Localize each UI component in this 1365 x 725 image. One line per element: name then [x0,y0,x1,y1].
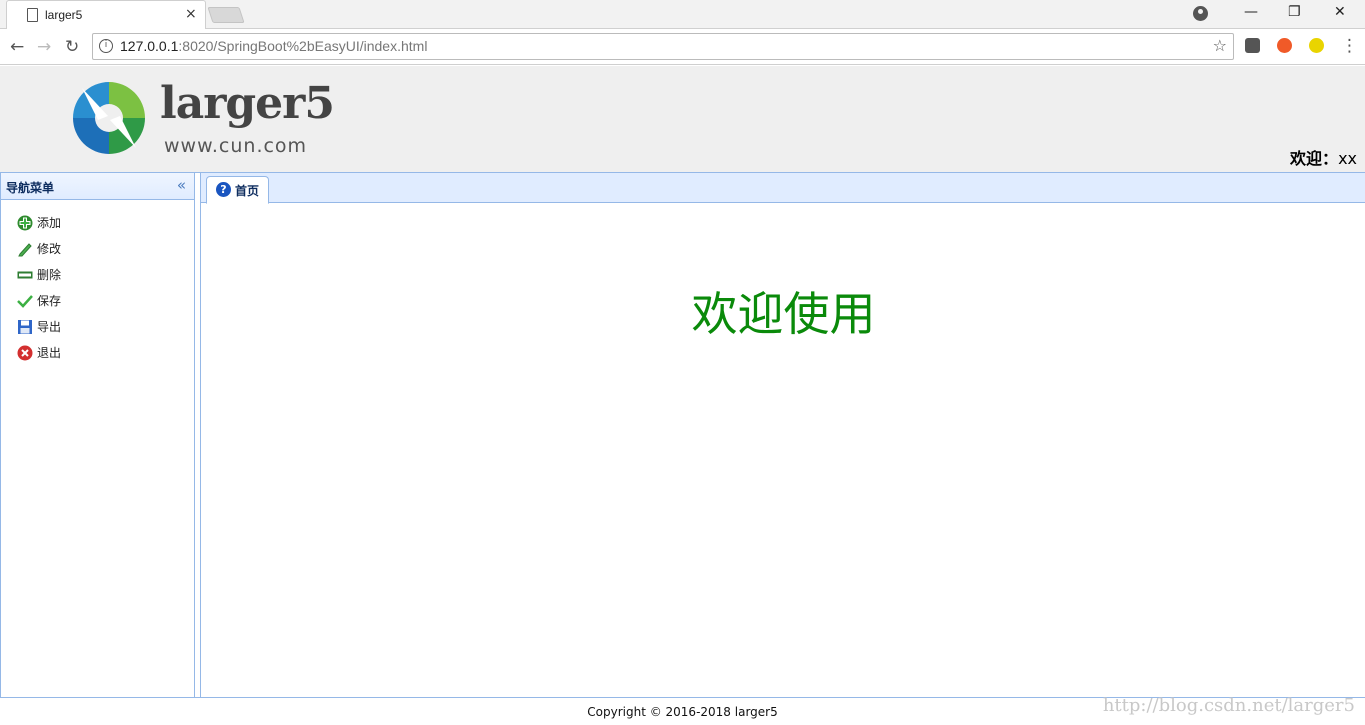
extension-green-icon[interactable] [1309,38,1324,53]
welcome-text: 欢迎：xx [1290,145,1357,169]
back-button[interactable]: ← [10,37,24,57]
sidebar-item-label: 修改 [37,242,62,256]
browser-tab[interactable]: larger5 × [6,0,206,29]
address-bar[interactable]: i 127.0.0.1:8020/SpringBoot%2bEasyUI/ind… [92,33,1234,60]
help-icon: ? [216,182,231,197]
reload-button[interactable]: ↻ [65,37,79,57]
collapse-icon[interactable]: « [177,176,186,194]
save-icon [17,295,33,308]
logo-name: larger5 [160,78,335,129]
tab-label: 首页 [235,184,260,198]
minimize-button[interactable]: — [1244,4,1258,20]
sidebar-item-label: 保存 [37,294,62,308]
tabs-header: ? 首页 [201,173,1365,204]
sidebar-item-edit[interactable]: 修改 [1,236,194,262]
remove-icon [17,271,33,279]
sidebar-item-save[interactable]: 保存 [1,288,194,314]
sidebar-header: 导航菜单 « [1,173,194,200]
add-icon [17,215,33,231]
sidebar-item-label: 添加 [37,216,62,230]
export-icon [18,320,32,334]
sidebar-item-label: 退出 [37,346,62,360]
bookmark-star-icon[interactable]: ☆ [1213,36,1227,55]
url-text[interactable]: 127.0.0.1:8020/SpringBoot%2bEasyUI/index… [120,38,427,54]
browser-menu-icon[interactable]: ⋮ [1341,36,1358,56]
logo-icon [73,82,145,154]
edit-icon [18,243,32,257]
sidebar-item-add[interactable]: 添加 [1,210,194,236]
new-tab-button[interactable] [207,7,245,23]
welcome-user: xx [1338,149,1357,168]
sidebar-title: 导航菜单 [6,181,55,195]
sidebar-item-exit[interactable]: 退出 [1,340,194,366]
profile-icon[interactable] [1193,6,1208,21]
browser-toolbar: ← → ↻ i 127.0.0.1:8020/SpringBoot%2bEasy… [0,29,1365,65]
url-host: 127.0.0.1 [120,38,179,54]
info-icon[interactable]: i [99,39,113,53]
sidebar-menu: 添加 修改 删除 保存 导出 退出 [1,200,194,366]
sidebar-item-label: 导出 [37,320,62,334]
sidebar: 导航菜单 « 添加 修改 删除 保存 导出 退出 [0,173,195,698]
tab-title: larger5 [45,8,83,22]
restore-button[interactable]: ❐ [1288,4,1301,20]
main-panel: ? 首页 欢迎使用 [200,173,1365,698]
page: larger5 www.cun.com 欢迎：xx 导航菜单 « 添加 修改 删… [0,66,1365,725]
page-header: larger5 www.cun.com 欢迎：xx [0,66,1365,173]
forward-button[interactable]: → [37,37,51,57]
sidebar-item-export[interactable]: 导出 [1,314,194,340]
tab-close-button[interactable]: × [185,6,197,22]
welcome-hero: 欢迎使用 [691,287,876,341]
tab-home[interactable]: ? 首页 [206,176,269,204]
welcome-label: 欢迎： [1290,149,1339,168]
extension-shield-icon[interactable] [1245,38,1260,53]
sidebar-item-label: 删除 [37,268,62,282]
extension-infinity-icon[interactable] [1277,38,1292,53]
url-path: :8020/SpringBoot%2bEasyUI/index.html [178,38,428,54]
page-icon [27,8,38,22]
window-close-button[interactable]: ✕ [1334,4,1346,20]
watermark: http://blog.csdn.net/larger5 [1102,695,1355,716]
exit-icon [17,345,33,361]
browser-titlebar: larger5 × — ❐ ✕ [0,0,1365,29]
sidebar-item-remove[interactable]: 删除 [1,262,194,288]
logo-url: www.cun.com [164,135,308,157]
